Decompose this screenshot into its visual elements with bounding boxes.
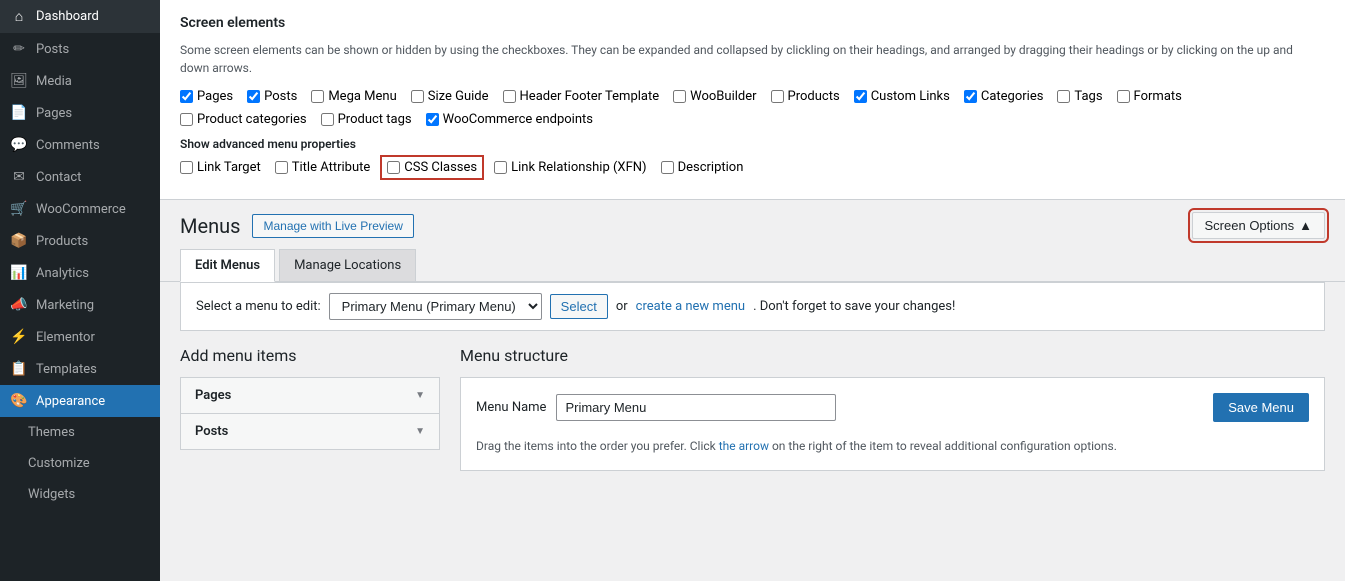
elementor-icon: ⚡ — [10, 329, 28, 345]
manage-live-preview-button[interactable]: Manage with Live Preview — [252, 214, 413, 238]
checkbox-custom-links[interactable]: Custom Links — [854, 89, 950, 104]
checkbox-tags[interactable]: Tags — [1057, 89, 1102, 104]
menu-structure-panel: Menu structure Menu Name Save Menu Drag … — [460, 346, 1325, 471]
add-menu-items-panel: Add menu items Pages ▼ Posts ▼ — [180, 346, 440, 471]
checkboxes-row-2: Product categories Product tags WooComme… — [180, 112, 1325, 127]
menus-header: Menus Manage with Live Preview Screen Op… — [160, 200, 1345, 239]
sidebar-item-customize[interactable]: Customize — [0, 448, 160, 479]
menus-tabs: Edit Menus Manage Locations — [160, 239, 1345, 282]
sidebar-item-marketing[interactable]: 📣 Marketing — [0, 289, 160, 321]
arrow-link[interactable]: the arrow — [719, 439, 769, 453]
checkbox-title-attribute[interactable]: Title Attribute — [275, 160, 371, 175]
sidebar-item-templates[interactable]: 📋 Templates — [0, 353, 160, 385]
checkboxes-row-1: Pages Posts Mega Menu Size Guide Header … — [180, 89, 1325, 104]
main-content: Screen elements Some screen elements can… — [160, 0, 1345, 581]
select-menu-label: Select a menu to edit: — [196, 299, 321, 314]
checkbox-categories[interactable]: Categories — [964, 89, 1044, 104]
menus-heading: Menus — [180, 214, 240, 238]
templates-icon: 📋 — [10, 361, 28, 377]
advanced-properties-label: Show advanced menu properties — [180, 137, 1325, 151]
screen-options-button[interactable]: Screen Options ▲ — [1192, 212, 1325, 239]
sidebar-item-comments[interactable]: 💬 Comments — [0, 129, 160, 161]
sidebar-item-dashboard[interactable]: ⌂ Dashboard — [0, 0, 160, 33]
screen-options-description: Some screen elements can be shown or hid… — [180, 41, 1325, 77]
menu-name-row: Menu Name Save Menu — [476, 393, 1309, 422]
menus-title-area: Menus Manage with Live Preview — [180, 214, 414, 238]
sidebar-item-widgets[interactable]: Widgets — [0, 479, 160, 510]
posts-icon: ✏ — [10, 41, 28, 57]
menu-name-input[interactable] — [556, 394, 836, 421]
checkbox-link-relationship[interactable]: Link Relationship (XFN) — [494, 160, 646, 175]
sidebar-item-appearance[interactable]: 🎨 Appearance — [0, 385, 160, 417]
checkbox-formats[interactable]: Formats — [1117, 89, 1182, 104]
media-icon: 🖼 — [10, 73, 28, 89]
sidebar-item-posts[interactable]: ✏ Posts — [0, 33, 160, 65]
sidebar-item-analytics[interactable]: 📊 Analytics — [0, 257, 160, 289]
add-menu-items-title: Add menu items — [180, 346, 440, 365]
drag-instructions: Drag the items into the order you prefer… — [476, 437, 1309, 455]
or-text: or — [616, 299, 628, 314]
save-menu-button[interactable]: Save Menu — [1213, 393, 1309, 422]
chevron-down-icon-posts: ▼ — [415, 426, 425, 437]
checkbox-header-footer[interactable]: Header Footer Template — [503, 89, 660, 104]
menu-dropdown[interactable]: Primary Menu (Primary Menu) — [329, 293, 542, 320]
checkbox-woocommerce-endpoints[interactable]: WooCommerce endpoints — [426, 112, 593, 127]
checkbox-pages[interactable]: Pages — [180, 89, 233, 104]
checkbox-mega-menu[interactable]: Mega Menu — [311, 89, 396, 104]
select-button[interactable]: Select — [550, 294, 608, 319]
sidebar-item-themes[interactable]: Themes — [0, 417, 160, 448]
checkbox-description[interactable]: Description — [661, 160, 744, 175]
select-menu-bar: Select a menu to edit: Primary Menu (Pri… — [180, 282, 1325, 331]
menu-structure-inner: Menu Name Save Menu Drag the items into … — [460, 377, 1325, 471]
sidebar: ⌂ Dashboard ✏ Posts 🖼 Media 📄 Pages 💬 Co… — [0, 0, 160, 581]
pages-icon: 📄 — [10, 105, 28, 121]
tab-edit-menus[interactable]: Edit Menus — [180, 249, 275, 282]
sidebar-item-contact[interactable]: ✉ Contact — [0, 161, 160, 193]
accordion-pages: Pages ▼ — [180, 377, 440, 414]
sidebar-item-pages[interactable]: 📄 Pages — [0, 97, 160, 129]
sidebar-item-woocommerce[interactable]: 🛒 WooCommerce — [0, 193, 160, 225]
tab-manage-locations[interactable]: Manage Locations — [279, 249, 416, 281]
products-icon: 📦 — [10, 233, 28, 249]
checkbox-size-guide[interactable]: Size Guide — [411, 89, 489, 104]
analytics-icon: 📊 — [10, 265, 28, 281]
checkbox-woobuilder[interactable]: WooBuilder — [673, 89, 756, 104]
accordion-pages-header[interactable]: Pages ▼ — [181, 378, 439, 413]
menu-name-label: Menu Name — [476, 400, 546, 415]
contact-icon: ✉ — [10, 169, 28, 185]
comments-icon: 💬 — [10, 137, 28, 153]
checkbox-product-categories[interactable]: Product categories — [180, 112, 307, 127]
marketing-icon: 📣 — [10, 297, 28, 313]
advanced-checkboxes-row: Link Target Title Attribute CSS Classes … — [180, 159, 1325, 176]
appearance-icon: 🎨 — [10, 393, 28, 409]
save-reminder-text: . Don't forget to save your changes! — [753, 299, 955, 314]
checkbox-products[interactable]: Products — [771, 89, 840, 104]
screen-options-panel: Screen elements Some screen elements can… — [160, 0, 1345, 200]
checkbox-link-target[interactable]: Link Target — [180, 160, 261, 175]
create-new-menu-link[interactable]: create a new menu — [636, 299, 745, 314]
checkbox-css-classes[interactable]: CSS Classes — [384, 159, 480, 176]
accordion-posts: Posts ▼ — [180, 413, 440, 450]
sidebar-item-media[interactable]: 🖼 Media — [0, 65, 160, 97]
sidebar-item-elementor[interactable]: ⚡ Elementor — [0, 321, 160, 353]
checkbox-product-tags[interactable]: Product tags — [321, 112, 412, 127]
sidebar-item-products[interactable]: 📦 Products — [0, 225, 160, 257]
chevron-down-icon: ▼ — [415, 390, 425, 401]
woocommerce-icon: 🛒 — [10, 201, 28, 217]
menu-structure-title: Menu structure — [460, 346, 1325, 365]
checkbox-posts[interactable]: Posts — [247, 89, 297, 104]
panels-area: Add menu items Pages ▼ Posts ▼ Menu stru… — [160, 331, 1345, 486]
accordion-posts-header[interactable]: Posts ▼ — [181, 414, 439, 449]
screen-options-title: Screen elements — [180, 15, 1325, 31]
dashboard-icon: ⌂ — [10, 8, 28, 25]
